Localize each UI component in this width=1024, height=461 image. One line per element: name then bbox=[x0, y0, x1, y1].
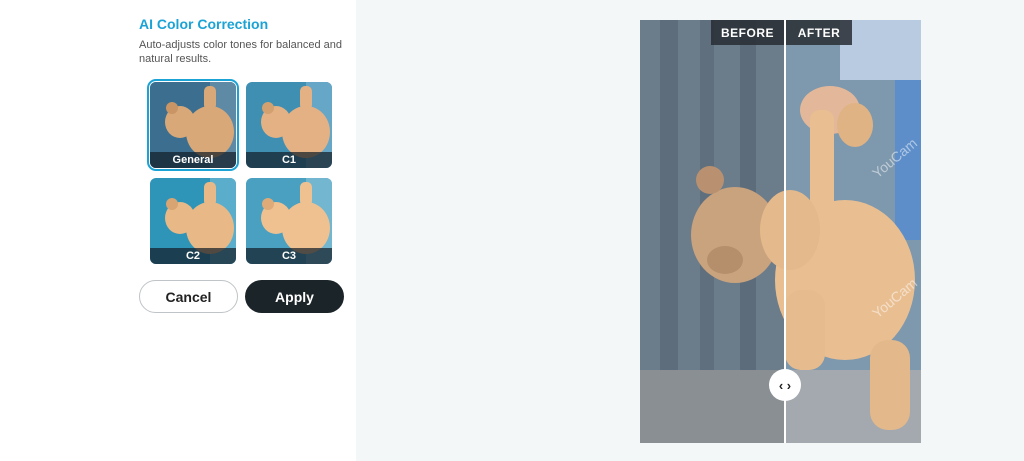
after-label: AFTER bbox=[786, 20, 852, 45]
chevron-left-right-icon[interactable]: ‹ › bbox=[769, 369, 801, 401]
preset-c1[interactable]: C1 bbox=[246, 82, 332, 168]
preset-label: General bbox=[150, 152, 236, 168]
preset-label: C2 bbox=[150, 248, 236, 264]
preview-area: YouCam YouCam BEFORE AFTER ‹ › bbox=[356, 0, 1024, 461]
preset-label: C3 bbox=[246, 248, 332, 264]
preset-general[interactable]: General bbox=[147, 79, 239, 171]
panel-description: Auto-adjusts color tones for balanced an… bbox=[139, 39, 343, 65]
preset-c2[interactable]: C2 bbox=[150, 178, 236, 264]
cancel-button[interactable]: Cancel bbox=[139, 280, 238, 313]
apply-button[interactable]: Apply bbox=[245, 280, 344, 313]
settings-panel: AI Color Correction Auto-adjusts color t… bbox=[0, 0, 356, 461]
preset-c3[interactable]: C3 bbox=[246, 178, 332, 264]
before-label: BEFORE bbox=[711, 20, 784, 45]
preset-label: C1 bbox=[246, 152, 332, 168]
before-after-compare[interactable]: YouCam YouCam BEFORE AFTER ‹ › bbox=[640, 20, 921, 443]
panel-title: AI Color Correction bbox=[139, 16, 269, 32]
